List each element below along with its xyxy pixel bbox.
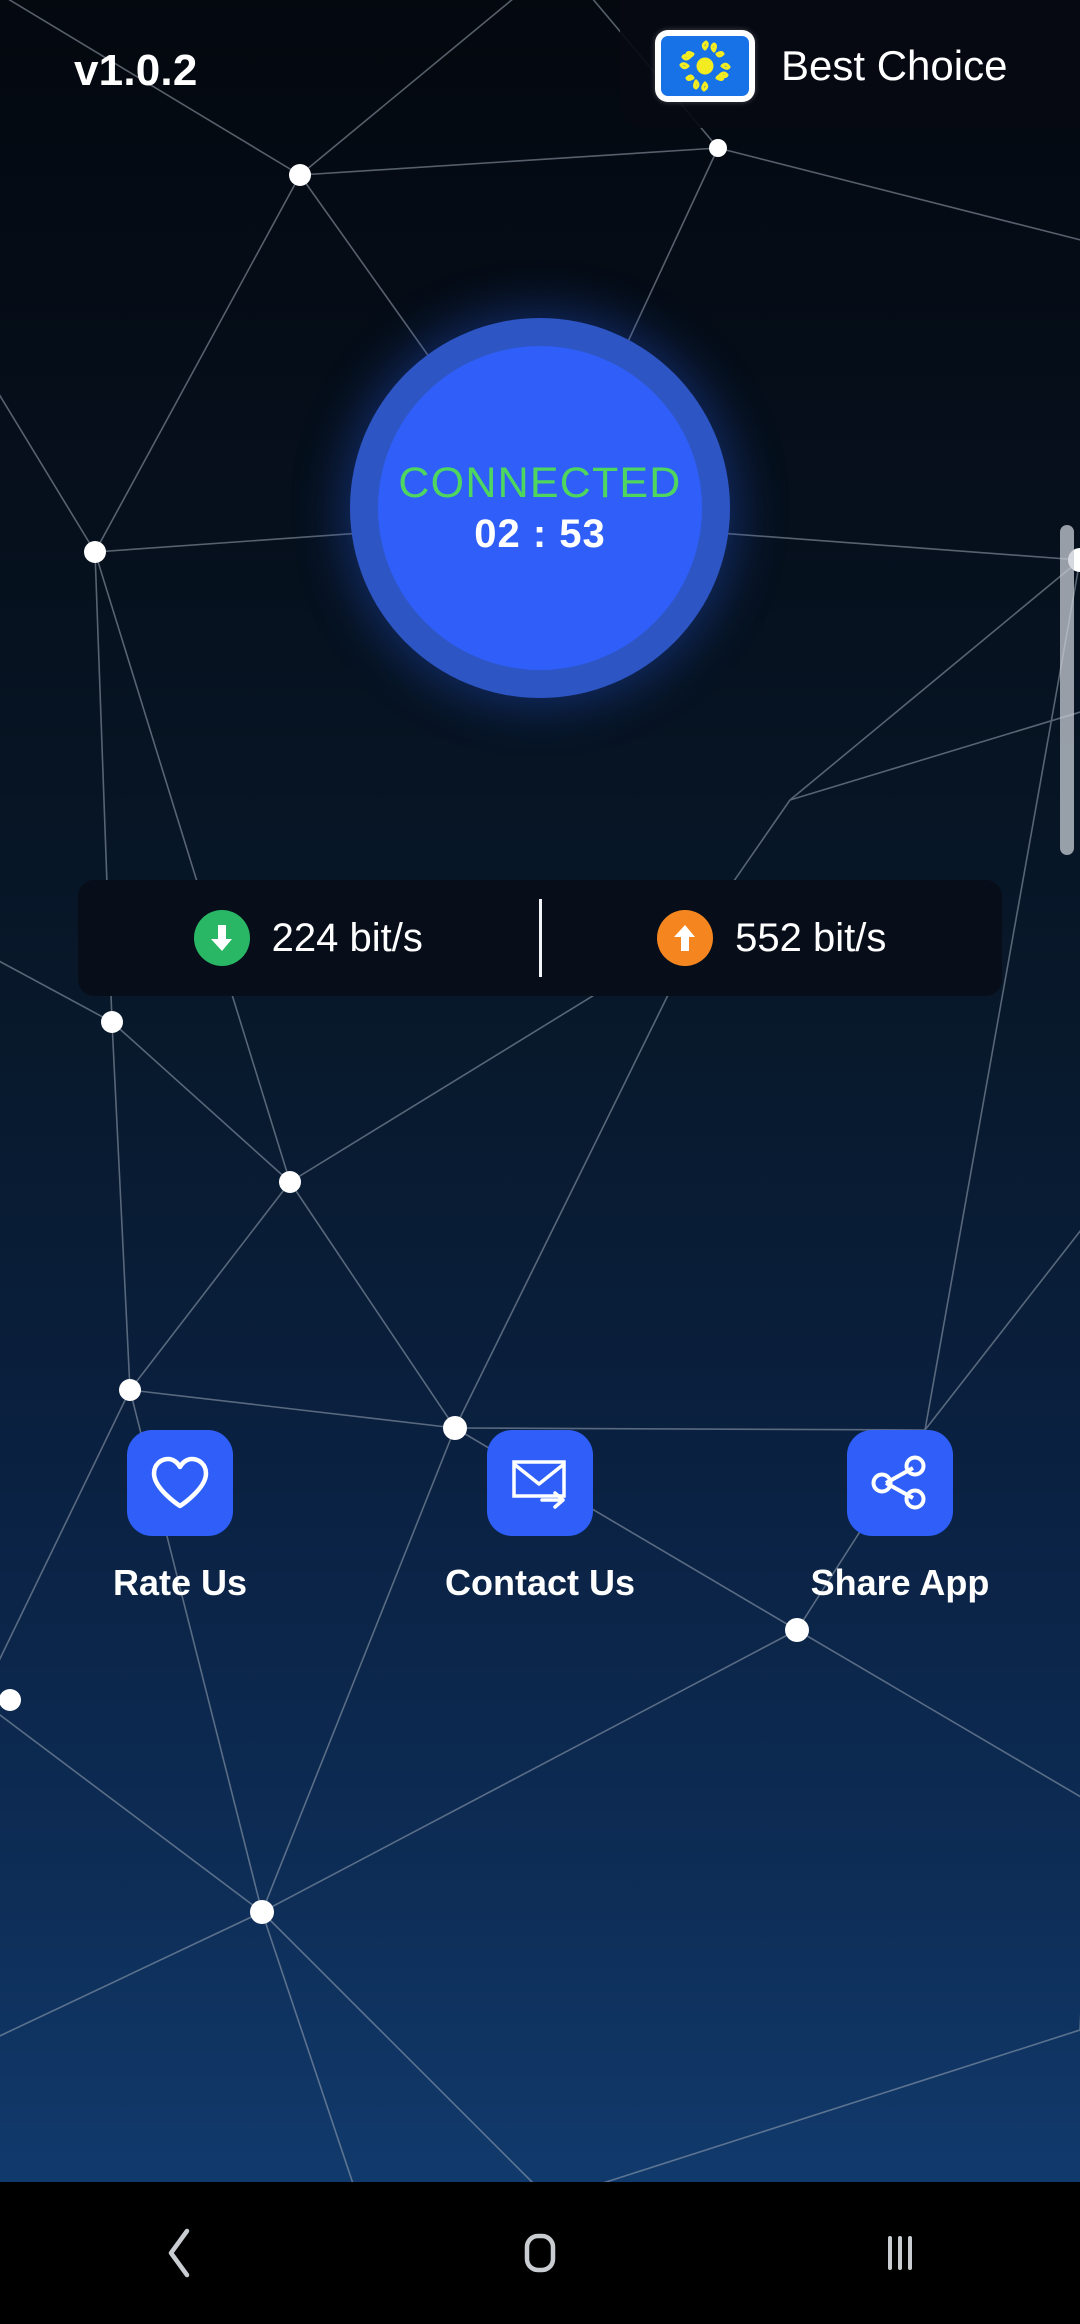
sun-flag-icon — [655, 30, 755, 102]
home-square-icon — [524, 2233, 556, 2273]
rate-us-button[interactable]: Rate Us — [0, 1430, 360, 1604]
nav-recents-button[interactable] — [820, 2182, 980, 2324]
share-app-button[interactable]: Share App — [720, 1430, 1080, 1604]
server-selector[interactable]: Best Choice — [655, 30, 1007, 102]
header: v1.0.2 Best Choice — [0, 0, 1080, 152]
contact-us-button[interactable]: Contact Us — [360, 1430, 720, 1604]
download-speed-cell: 224 bit/s — [78, 910, 539, 966]
connect-core: CONNECTED 02 : 53 — [378, 346, 702, 670]
vertical-scrollbar[interactable] — [1060, 525, 1074, 855]
action-row: Rate Us Contact Us Share App — [0, 1430, 1080, 1604]
upload-speed-value: 552 bit/s — [735, 915, 887, 960]
up-arrow-glyph — [674, 925, 696, 951]
android-navigation-bar — [0, 2182, 1080, 2324]
upload-arrow-icon — [657, 910, 714, 966]
rate-us-tile — [127, 1430, 233, 1536]
upload-speed-cell: 552 bit/s — [542, 910, 1003, 966]
connection-status-label: CONNECTED — [398, 459, 682, 507]
nav-home-button[interactable] — [460, 2182, 620, 2324]
nav-back-button[interactable] — [100, 2182, 260, 2324]
envelope-arrow-icon — [512, 1460, 566, 1509]
app-version-label: v1.0.2 — [74, 46, 198, 95]
share-app-tile — [847, 1430, 953, 1536]
heart-icon — [151, 1456, 209, 1509]
app-screen: v1.0.2 Best Choice CONNECTED 02: 53 224… — [0, 0, 1080, 2324]
speed-stats-bar: 224 bit/s 552 bit/s — [78, 880, 1002, 996]
download-speed-value: 224 bit/s — [271, 915, 423, 960]
share-app-label: Share App — [810, 1562, 990, 1603]
sun-glyph — [679, 40, 731, 92]
download-arrow-icon — [193, 910, 250, 966]
down-arrow-glyph — [210, 925, 232, 951]
server-name-label: Best Choice — [781, 42, 1008, 89]
share-nodes-icon — [871, 1455, 926, 1510]
contact-us-tile — [487, 1430, 593, 1536]
rate-us-label: Rate Us — [112, 1562, 248, 1603]
connect-button[interactable]: CONNECTED 02 : 53 — [350, 318, 730, 698]
contact-us-label: Contact Us — [444, 1562, 636, 1603]
connection-timer-label: 02 : 53 — [474, 512, 606, 556]
recent-apps-icon — [888, 2236, 912, 2270]
back-chevron-icon — [168, 2228, 190, 2278]
